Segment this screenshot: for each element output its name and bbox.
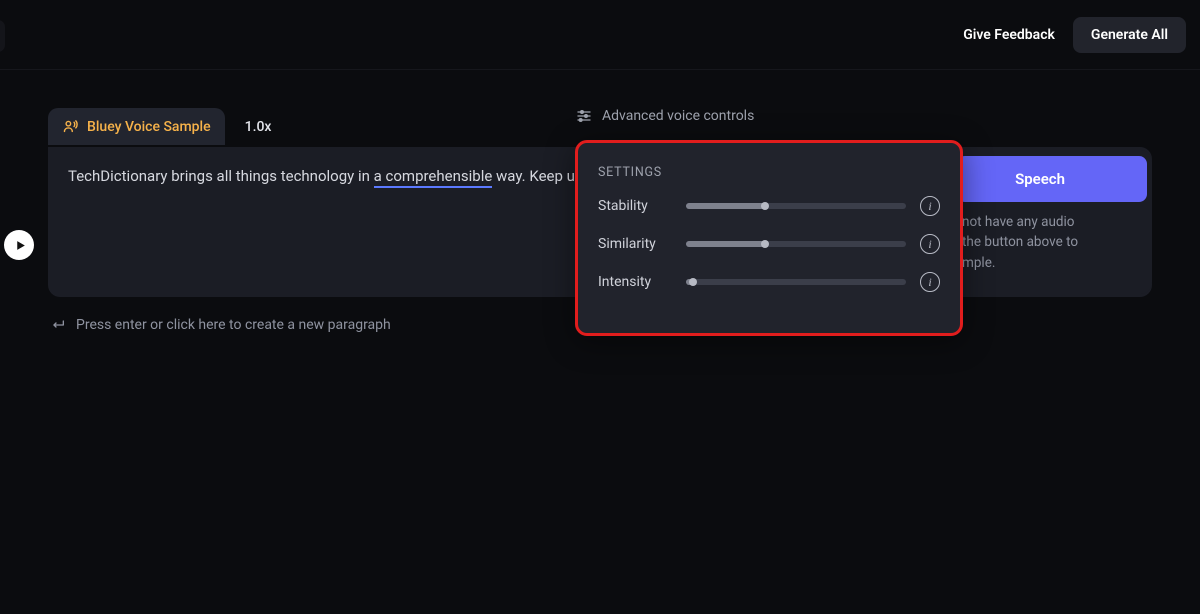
right-panel-info: not have any audio the button above to m… xyxy=(962,212,1146,273)
window-edge xyxy=(0,20,5,52)
editor-text-underlined: a comprehensible xyxy=(374,167,493,188)
intensity-info-icon[interactable]: i xyxy=(920,272,940,292)
settings-popover: SETTINGS Stability i Similarity i Intens… xyxy=(575,140,963,336)
setting-row-intensity: Intensity i xyxy=(598,272,940,292)
playback-speed[interactable]: 1.0x xyxy=(245,119,272,135)
stability-slider[interactable] xyxy=(686,203,906,209)
give-feedback-link[interactable]: Give Feedback xyxy=(963,27,1055,43)
stability-info-icon[interactable]: i xyxy=(920,196,940,216)
enter-key-icon xyxy=(50,317,66,333)
topbar: Give Feedback Generate All xyxy=(0,0,1200,70)
play-button[interactable] xyxy=(4,230,34,260)
editor-text-pre: TechDictionary brings all things technol… xyxy=(68,167,374,185)
generate-all-button[interactable]: Generate All xyxy=(1073,17,1186,53)
similarity-slider[interactable] xyxy=(686,241,906,247)
generate-speech-label: Speech xyxy=(1015,170,1065,188)
new-paragraph-label: Press enter or click here to create a ne… xyxy=(76,317,391,333)
advanced-voice-controls-button[interactable]: Advanced voice controls xyxy=(576,108,754,124)
setting-row-similarity: Similarity i xyxy=(598,234,940,254)
sliders-icon xyxy=(576,108,592,124)
voice-sample-label: Bluey Voice Sample xyxy=(87,119,211,135)
voice-icon xyxy=(62,118,79,135)
setting-row-stability: Stability i xyxy=(598,196,940,216)
intensity-slider[interactable] xyxy=(686,279,906,285)
voice-sample-tab[interactable]: Bluey Voice Sample xyxy=(48,108,225,145)
setting-label-stability: Stability xyxy=(598,198,672,214)
setting-label-similarity: Similarity xyxy=(598,236,672,252)
generate-speech-button[interactable]: Speech xyxy=(957,156,1147,202)
settings-title: SETTINGS xyxy=(598,165,940,180)
advanced-voice-controls-label: Advanced voice controls xyxy=(602,108,754,124)
similarity-info-icon[interactable]: i xyxy=(920,234,940,254)
setting-label-intensity: Intensity xyxy=(598,274,672,290)
